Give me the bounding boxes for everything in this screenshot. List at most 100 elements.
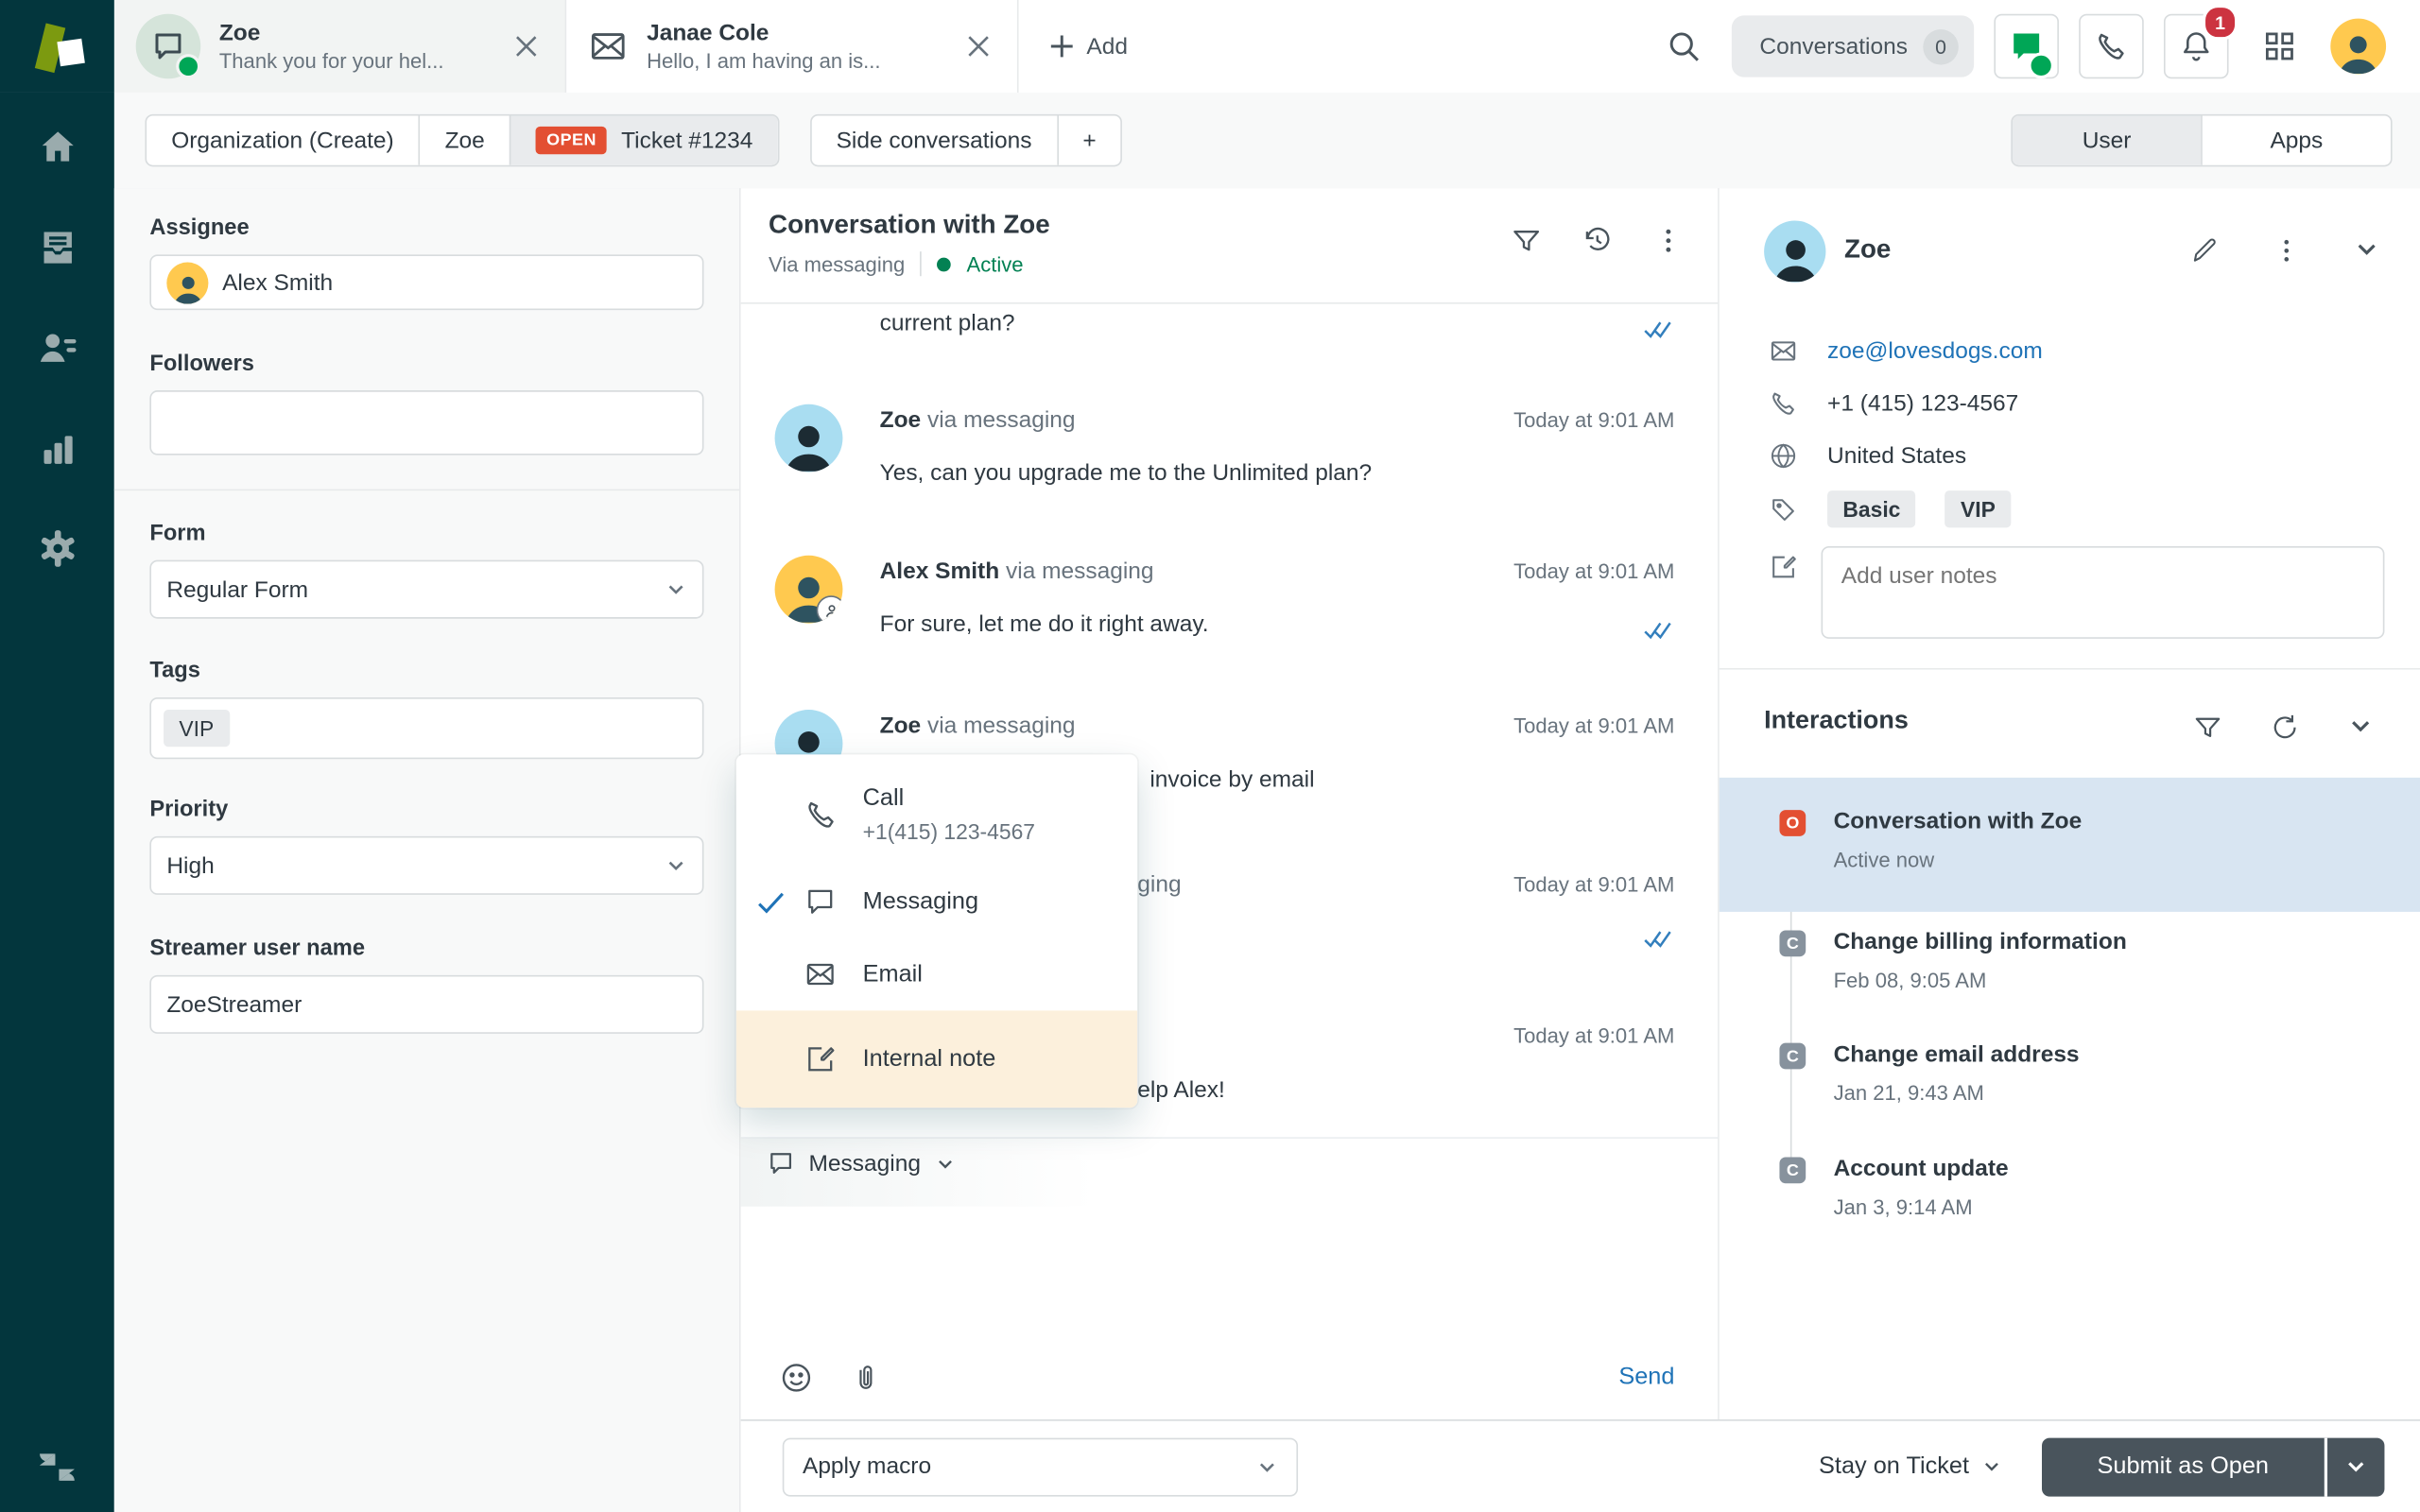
double-check-icon	[1644, 319, 1671, 339]
customer-name: Zoe	[1844, 234, 1892, 265]
side-conversations-group: Side conversations +	[809, 113, 1123, 167]
ticket-fields-panel: Assignee Alex Smith Followers Form Regul…	[113, 188, 741, 1512]
menu-item-messaging[interactable]: Messaging	[736, 866, 1137, 938]
close-icon[interactable]	[961, 29, 995, 63]
interaction-time: Feb 08, 9:05 AM	[1833, 969, 1987, 992]
side-conversations-add-button[interactable]: +	[1056, 115, 1121, 165]
priority-value: High	[166, 852, 215, 879]
filter-icon[interactable]	[1511, 225, 1542, 256]
priority-label: Priority	[149, 798, 229, 823]
note-icon	[804, 1043, 841, 1075]
interaction-item[interactable]: C Change email address Jan 21, 9:43 AM	[1720, 1041, 2420, 1134]
chevron-down-icon[interactable]	[2347, 713, 2374, 742]
tab-subtitle: Thank you for your hel...	[218, 49, 444, 73]
emoji-icon[interactable]	[779, 1361, 813, 1395]
send-button[interactable]: Send	[1618, 1364, 1674, 1391]
grid-icon	[2265, 32, 2293, 60]
agent-avatar[interactable]	[2330, 18, 2387, 75]
breadcrumb-person[interactable]: Zoe	[418, 115, 510, 165]
assignee-value: Alex Smith	[222, 268, 334, 296]
phone-icon	[1772, 392, 1794, 415]
channel-label: Messaging	[808, 1150, 921, 1177]
zendesk-z-logo[interactable]	[34, 1444, 80, 1490]
assignee-field[interactable]: Alex Smith	[149, 254, 704, 311]
customer-context-panel: Zoe zoe@lovesdogs.com +1 (415) 123-4567	[1719, 188, 2420, 1420]
followers-field[interactable]	[149, 390, 704, 455]
submit-split-button: Submit as Open	[2041, 1436, 2385, 1496]
tab-apps[interactable]: Apps	[2201, 115, 2391, 165]
message-time: Today at 9:01 AM	[1513, 873, 1675, 897]
message-bubble-icon	[770, 1153, 792, 1174]
channel-selector[interactable]: Messaging	[767, 1149, 954, 1177]
ticket-tab-janae[interactable]: Janae Cole Hello, I am having an is...	[564, 0, 1017, 93]
streamer-label: Streamer user name	[149, 936, 366, 962]
message-header: Zoe via messaging	[879, 713, 1076, 740]
add-tab-button[interactable]: Add	[1016, 0, 1159, 93]
chevron-down-icon	[668, 861, 683, 871]
customers-icon[interactable]	[36, 327, 78, 369]
customer-email-link[interactable]: zoe@lovesdogs.com	[1827, 338, 2043, 365]
apply-macro-select[interactable]: Apply macro	[782, 1436, 1299, 1496]
messaging-panel-button[interactable]	[1994, 13, 2059, 79]
tags-field[interactable]: VIP	[149, 696, 704, 760]
streamer-field[interactable]: ZoeStreamer	[149, 974, 704, 1034]
reporting-icon[interactable]	[36, 427, 78, 469]
customer-country-row: United States	[1769, 441, 1966, 471]
kebab-icon[interactable]	[2272, 236, 2301, 266]
apps-grid-button[interactable]	[2248, 15, 2311, 77]
zendesk-product-logo[interactable]	[0, 0, 114, 93]
notification-count-badge: 1	[2202, 4, 2238, 41]
interaction-badge-closed: C	[1779, 1157, 1806, 1184]
conversation-header: Conversation with Zoe Via messaging Acti…	[740, 188, 1719, 304]
conversation-via: Via messaging	[769, 251, 906, 276]
form-select[interactable]: Regular Form	[149, 559, 704, 619]
breadcrumb-organization[interactable]: Organization (Create)	[147, 115, 419, 164]
active-dot	[937, 256, 952, 271]
user-notes-input[interactable]	[1821, 545, 2385, 639]
check-icon	[736, 891, 804, 913]
note-icon	[1772, 556, 1796, 578]
submit-as-open-button[interactable]: Submit as Open	[2042, 1437, 2325, 1496]
tab-title: Janae Cole	[647, 20, 769, 46]
history-icon[interactable]	[1582, 225, 1613, 256]
admin-gear-icon[interactable]	[36, 527, 78, 569]
side-conversations-tab[interactable]: Side conversations	[811, 115, 1056, 164]
streamer-value: ZoeStreamer	[166, 990, 302, 1018]
conversations-label: Conversations	[1759, 33, 1908, 60]
top-bar: Zoe Thank you for your hel... Janae Cole…	[0, 0, 2420, 93]
conversations-button[interactable]: Conversations 0	[1732, 15, 1975, 77]
tab-user[interactable]: User	[2012, 115, 2202, 165]
kebab-icon[interactable]	[1653, 225, 1685, 256]
conversation-status: Active	[966, 251, 1024, 276]
search-icon[interactable]	[1656, 19, 1712, 75]
home-icon[interactable]	[36, 127, 78, 168]
menu-item-call[interactable]: Call +1(415) 123-4567	[736, 770, 1137, 866]
notifications-button[interactable]: 1	[2163, 4, 2238, 79]
priority-select[interactable]: High	[149, 835, 704, 895]
interaction-badge-closed: C	[1779, 1042, 1806, 1070]
menu-label: Email	[862, 960, 923, 988]
filter-icon[interactable]	[2193, 713, 2222, 742]
submit-options-button[interactable]	[2327, 1437, 2384, 1496]
menu-item-email[interactable]: Email	[736, 938, 1137, 1011]
interaction-item[interactable]: C Account update Jan 3, 9:14 AM	[1720, 1156, 2420, 1248]
apply-macro-label: Apply macro	[802, 1452, 932, 1480]
views-icon[interactable]	[36, 227, 78, 268]
pencil-icon[interactable]	[2190, 236, 2220, 266]
menu-sublabel: +1(415) 123-4567	[862, 818, 1036, 845]
interaction-item[interactable]: C Change billing information Feb 08, 9:0…	[1720, 929, 2420, 1022]
interaction-item-current[interactable]: O Conversation with Zoe Active now	[1719, 777, 2420, 912]
menu-label: Internal note	[862, 1045, 996, 1072]
menu-item-internal-note[interactable]: Internal note	[735, 1010, 1138, 1108]
person-silhouette	[2339, 36, 2378, 74]
close-icon[interactable]	[510, 29, 544, 63]
call-panel-button[interactable]	[2079, 13, 2144, 79]
paperclip-icon[interactable]	[851, 1361, 882, 1395]
refresh-icon[interactable]	[2271, 713, 2300, 742]
ticket-tab-zoe[interactable]: Zoe Thank you for your hel...	[113, 0, 565, 93]
interaction-time: Jan 3, 9:14 AM	[1833, 1195, 1973, 1219]
chevron-down-icon[interactable]	[2354, 236, 2380, 266]
agent-workspace: Zoe Thank you for your hel... Janae Cole…	[0, 0, 2420, 1512]
stay-on-ticket-dropdown[interactable]: Stay on Ticket	[1819, 1452, 2001, 1480]
breadcrumb-ticket[interactable]: OPEN Ticket #1234	[509, 115, 778, 165]
